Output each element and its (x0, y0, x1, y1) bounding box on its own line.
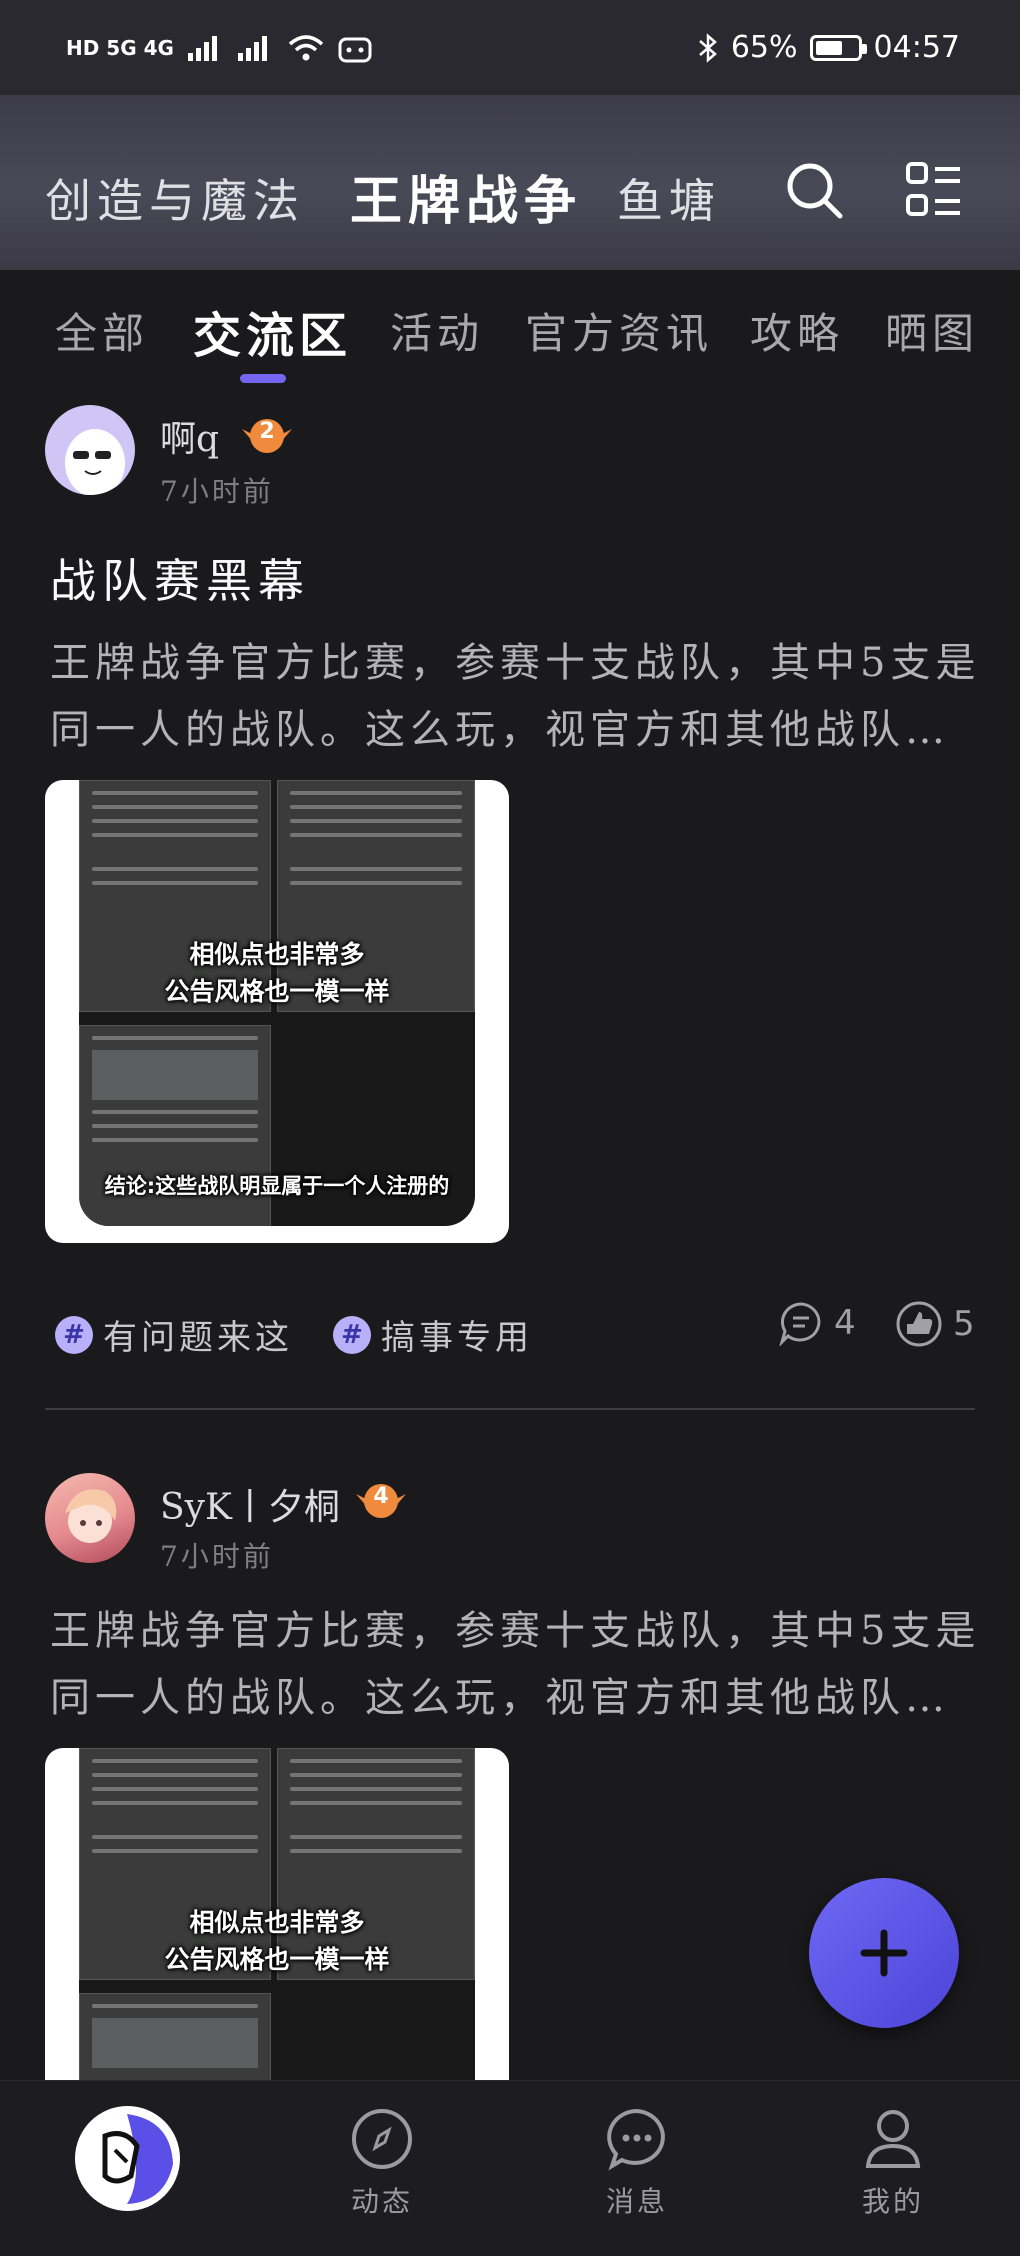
comment-count: 4 (834, 1303, 856, 1343)
bluetooth-icon (699, 32, 717, 63)
post-image[interactable]: 相似点也非常多 公告风格也一模一样 结论:这些战队明显属于一个人注册的 (45, 780, 509, 1243)
post-body[interactable]: 王牌战争官方比赛，参赛十支战队，其中5支是 同一人的战队。这么玩，视官方和其他战… (50, 1598, 1000, 1732)
app-logo-icon (102, 2114, 173, 2204)
tag-label: 有问题来这 (103, 1318, 293, 1358)
post-time: 7小时前 (160, 1540, 274, 1573)
post-image-content: 相似点也非常多 公告风格也一模一样 结论:这些战队明显属于一个人注册的 (79, 780, 475, 1226)
create-post-button[interactable] (809, 1878, 959, 2028)
hash-icon: # (55, 1315, 93, 1354)
image-caption: 相似点也非常多 (189, 1908, 365, 1937)
post-body-line: 王牌战争官方比赛，参赛十支战队，其中5支是 (50, 640, 981, 686)
tab-official-news[interactable]: 官方资讯 (525, 300, 713, 361)
avatar-egg-icon (65, 429, 125, 495)
network-indicators: HD 5G 4G (66, 33, 372, 63)
post-tags: # 有问题来这 # 搞事专用 (55, 1310, 533, 1359)
nav-label: 动态 (350, 2185, 413, 2218)
section-tab-bar: 全部 交流区 活动 官方资讯 攻略 晒图 (0, 270, 1020, 390)
post-divider (45, 1408, 975, 1410)
chat-bubble-icon (607, 2108, 665, 2171)
post-body-line: 王牌战争官方比赛，参赛十支战队，其中5支是 (50, 1608, 981, 1654)
tab-guides[interactable]: 攻略 (750, 300, 844, 361)
post-username[interactable]: SyK丨夕桐 (160, 1478, 340, 1530)
like-count: 5 (953, 1304, 975, 1344)
post-body-line: 同一人的战队。这么玩，视官方和其他战队… (50, 1675, 950, 1721)
post-image[interactable]: 相似点也非常多 公告风格也一模一样 (45, 1748, 509, 2080)
tab-discussion[interactable]: 交流区 (193, 296, 352, 366)
tab-game-1[interactable]: 创造与魔法 (45, 165, 305, 231)
tab-events[interactable]: 活动 (390, 300, 484, 361)
wifi-icon (288, 34, 324, 60)
team-panel (79, 1993, 271, 2080)
plus-icon (860, 1929, 908, 1977)
avatar-girl-icon (65, 1489, 117, 1543)
image-caption: 结论:这些战队明显属于一个人注册的 (104, 1174, 450, 1198)
nav-messages[interactable]: 消息 (577, 2106, 697, 2220)
image-caption: 公告风格也一模一样 (164, 1945, 390, 1974)
tab-screenshots[interactable]: 晒图 (885, 300, 979, 361)
status-bar: HD 5G 4G 65% 04:57 (0, 0, 1020, 95)
nav-label: 消息 (605, 2185, 668, 2218)
home-logo-button[interactable] (75, 2106, 180, 2211)
post-title[interactable]: 战队赛黑幕 (50, 545, 310, 611)
bottom-nav: 动态 消息 我的 (0, 2080, 1020, 2256)
image-caption: 公告风格也一模一样 (164, 977, 390, 1006)
hash-icon: # (333, 1315, 371, 1354)
post-body-line: 同一人的战队。这么玩，视官方和其他战队… (50, 707, 950, 753)
battery-icon (809, 34, 867, 61)
topic-tag[interactable]: # 搞事专用 (333, 1310, 533, 1359)
game-tab-bar: 创造与魔法 王牌战争 鱼塘 (0, 95, 1020, 270)
nav-feed[interactable]: 动态 (322, 2106, 442, 2220)
active-tab-indicator (240, 374, 286, 383)
topic-tag[interactable]: # 有问题来这 (55, 1310, 293, 1359)
avatar[interactable] (45, 1473, 135, 1563)
compass-icon (352, 2109, 412, 2169)
tag-label: 搞事专用 (381, 1318, 533, 1358)
post-image-content: 相似点也非常多 公告风格也一模一样 (79, 1748, 475, 2080)
battery-percent: 65% (730, 30, 798, 65)
comment-icon (779, 1302, 821, 1346)
level-number: 2 (259, 419, 275, 444)
level-number: 4 (373, 1484, 389, 1509)
post-time: 7小时前 (160, 475, 274, 508)
level-badge: 2 (238, 415, 296, 457)
avatar[interactable] (45, 405, 135, 495)
post-username[interactable]: 啊q (160, 410, 219, 462)
like-button[interactable]: 5 (895, 1300, 975, 1348)
level-badge: 4 (352, 1480, 410, 1522)
network-label: HD 5G 4G (66, 35, 174, 60)
image-caption: 相似点也非常多 (189, 940, 365, 969)
signal-icon-2 (237, 35, 267, 61)
signal-icon (187, 35, 217, 61)
tab-game-3[interactable]: 鱼塘 (617, 165, 721, 231)
nav-profile[interactable]: 我的 (833, 2106, 953, 2220)
app-notification-icon (338, 37, 372, 62)
like-icon (896, 1301, 942, 1347)
post-body[interactable]: 王牌战争官方比赛，参赛十支战队，其中5支是 同一人的战队。这么玩，视官方和其他战… (50, 630, 1000, 764)
user-icon (865, 2110, 921, 2168)
tab-all[interactable]: 全部 (55, 300, 149, 361)
clock: 04:57 (873, 30, 960, 65)
menu-grid-icon[interactable] (905, 161, 963, 219)
comment-button[interactable]: 4 (778, 1300, 856, 1346)
nav-label: 我的 (861, 2185, 924, 2218)
tab-game-2[interactable]: 王牌战争 (350, 159, 582, 234)
system-indicators: 65% 04:57 (697, 30, 960, 65)
search-icon[interactable] (785, 161, 845, 221)
